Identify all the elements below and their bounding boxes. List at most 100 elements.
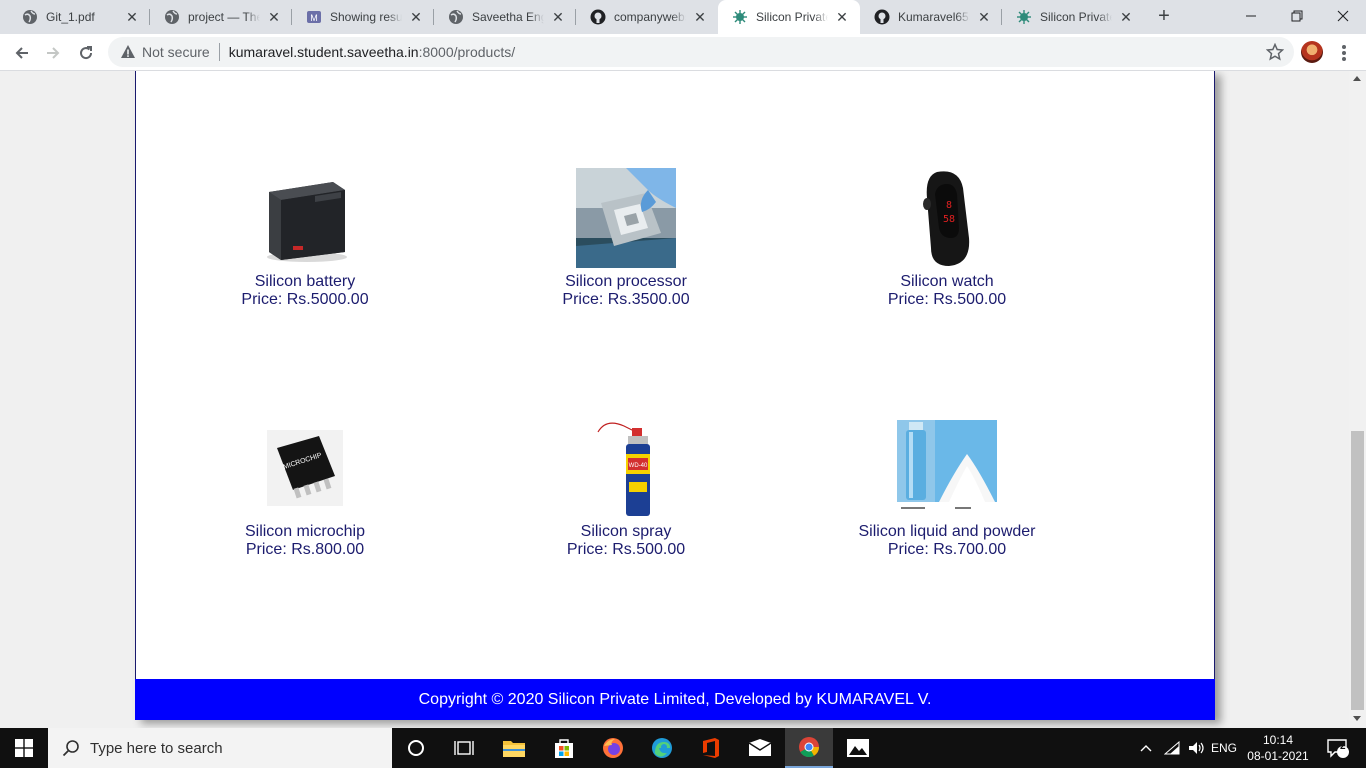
tab-title: project — The bbox=[188, 10, 260, 24]
photos-button[interactable] bbox=[834, 728, 882, 768]
back-button[interactable] bbox=[9, 40, 35, 66]
profile-avatar[interactable] bbox=[1301, 41, 1323, 63]
minimize-button[interactable] bbox=[1228, 0, 1274, 32]
office-icon bbox=[703, 738, 719, 758]
page-scrollbar[interactable] bbox=[1349, 71, 1366, 728]
tab-silicon-private[interactable]: Silicon Private ✕ bbox=[1002, 0, 1144, 34]
tab-saveetha[interactable]: Saveetha Engi ✕ bbox=[434, 0, 576, 34]
close-icon[interactable]: ✕ bbox=[1118, 9, 1134, 25]
url-host: kumaravel.student.saveetha.in bbox=[228, 44, 419, 60]
taskbar-search-box[interactable]: Type here to search bbox=[48, 728, 392, 768]
edge-button[interactable] bbox=[638, 728, 686, 768]
ups-battery-image bbox=[255, 168, 355, 268]
products-page: Silicon battery Price: Rs.5000.00 Silico… bbox=[135, 71, 1215, 720]
product-name[interactable]: Silicon microchip bbox=[175, 523, 435, 541]
scrollbar-thumb[interactable] bbox=[1351, 431, 1364, 710]
tab-kumaravel-github[interactable]: Kumaravel655 ✕ bbox=[860, 0, 1002, 34]
globe-icon bbox=[22, 9, 38, 25]
product-price: Price: Rs.5000.00 bbox=[241, 291, 369, 308]
file-explorer-button[interactable] bbox=[490, 728, 538, 768]
restore-button[interactable] bbox=[1274, 0, 1320, 32]
product-name[interactable]: Silicon spray bbox=[496, 523, 756, 541]
clock[interactable]: 10:14 08-01-2021 bbox=[1244, 730, 1312, 766]
menu-icon[interactable] bbox=[1334, 42, 1354, 64]
product-name[interactable]: Silicon battery bbox=[175, 273, 435, 291]
product-card[interactable]: Silicon battery Price: Rs.5000.00 bbox=[175, 168, 435, 309]
wifi-icon bbox=[1164, 741, 1180, 755]
reload-icon bbox=[80, 46, 93, 60]
page-footer: Copyright © 2020 Silicon Private Limited… bbox=[135, 679, 1215, 720]
product-price: Price: Rs.3500.00 bbox=[562, 291, 690, 308]
volume-button[interactable] bbox=[1186, 728, 1208, 768]
close-icon[interactable]: ✕ bbox=[266, 9, 282, 25]
product-card[interactable]: Silicon liquid and powder Price: Rs.700.… bbox=[817, 418, 1077, 559]
tab-showing-results[interactable]: M Showing results ✕ bbox=[292, 0, 434, 34]
cortana-button[interactable] bbox=[392, 728, 440, 768]
svg-text:8: 8 bbox=[946, 200, 952, 211]
search-placeholder: Type here to search bbox=[90, 739, 223, 757]
mu-icon: M bbox=[306, 9, 322, 25]
product-name[interactable]: Silicon watch bbox=[817, 273, 1077, 291]
github-icon bbox=[874, 9, 890, 25]
mail-icon bbox=[748, 739, 772, 756]
product-price: Price: Rs.700.00 bbox=[887, 541, 1007, 558]
scroll-down-icon[interactable] bbox=[1353, 716, 1361, 721]
close-icon[interactable]: ✕ bbox=[408, 9, 424, 25]
notification-icon bbox=[1327, 739, 1349, 758]
folder-icon bbox=[503, 741, 525, 757]
copyright-text: Copyright © 2020 Silicon Private Limited… bbox=[418, 690, 932, 708]
scroll-up-icon[interactable] bbox=[1353, 76, 1361, 81]
tab-git-pdf[interactable]: Git_1.pdf ✕ bbox=[8, 0, 150, 34]
tab-project[interactable]: project — The ✕ bbox=[150, 0, 292, 34]
show-hidden-icons-button[interactable] bbox=[1136, 728, 1156, 768]
notification-count: 2 bbox=[1340, 741, 1346, 752]
tab-title: Silicon Private bbox=[1040, 10, 1112, 24]
spray-can-image: WD-40 bbox=[576, 418, 676, 518]
network-button[interactable] bbox=[1160, 728, 1184, 768]
globe-icon bbox=[164, 9, 180, 25]
task-view-button[interactable] bbox=[440, 728, 488, 768]
search-icon bbox=[62, 740, 79, 757]
reload-button[interactable] bbox=[73, 40, 99, 66]
processor-chip-image bbox=[576, 168, 676, 268]
speaker-icon bbox=[1189, 742, 1204, 754]
clock-date: 08-01-2021 bbox=[1247, 749, 1309, 763]
url-path: :8000/products/ bbox=[418, 44, 516, 60]
action-center-button[interactable]: 2 bbox=[1318, 728, 1358, 768]
warning-icon[interactable] bbox=[120, 44, 136, 60]
close-icon[interactable]: ✕ bbox=[550, 9, 566, 25]
task-view-icon bbox=[454, 741, 474, 755]
close-icon[interactable]: ✕ bbox=[976, 9, 992, 25]
close-icon[interactable]: ✕ bbox=[692, 9, 708, 25]
bookmark-star-icon[interactable] bbox=[1266, 43, 1284, 61]
clock-time: 10:14 bbox=[1262, 733, 1294, 747]
product-card[interactable]: MICROCHIP Silicon microchip Price: Rs.80… bbox=[175, 418, 435, 559]
office-button[interactable] bbox=[687, 728, 735, 768]
liquid-powder-image bbox=[897, 418, 997, 518]
chevron-up-icon bbox=[1140, 745, 1152, 752]
product-name[interactable]: Silicon liquid and powder bbox=[817, 523, 1077, 541]
forward-button[interactable] bbox=[40, 40, 66, 66]
start-button[interactable] bbox=[0, 728, 48, 768]
tab-silicon-private-active[interactable]: Silicon Private ✕ bbox=[718, 0, 860, 34]
product-card[interactable]: WD-40 Silicon spray Price: Rs.500.00 bbox=[496, 418, 756, 559]
store-button[interactable] bbox=[540, 728, 588, 768]
product-card[interactable]: 8 58 Silicon watch Price: Rs.500.00 bbox=[817, 168, 1077, 309]
close-icon[interactable]: ✕ bbox=[834, 9, 850, 25]
product-name[interactable]: Silicon processor bbox=[496, 273, 756, 291]
browser-tab-strip: Git_1.pdf ✕ project — The ✕ M Showing re… bbox=[0, 0, 1366, 34]
mail-button[interactable] bbox=[736, 728, 784, 768]
close-window-button[interactable] bbox=[1320, 0, 1366, 32]
firefox-button[interactable] bbox=[589, 728, 637, 768]
restore-icon bbox=[1291, 10, 1303, 22]
address-bar[interactable]: Not secure kumaravel.student.saveetha.in… bbox=[108, 37, 1294, 67]
virus-icon bbox=[732, 9, 748, 25]
new-tab-button[interactable]: + bbox=[1152, 5, 1176, 29]
tab-companyweb[interactable]: companywebs ✕ bbox=[576, 0, 718, 34]
product-card[interactable]: Silicon processor Price: Rs.3500.00 bbox=[496, 168, 756, 309]
language-indicator[interactable]: ENG bbox=[1208, 728, 1240, 768]
chrome-button[interactable] bbox=[785, 728, 833, 768]
windows-logo-icon bbox=[15, 739, 33, 757]
not-secure-label[interactable]: Not secure bbox=[142, 44, 210, 60]
close-icon[interactable]: ✕ bbox=[124, 9, 140, 25]
